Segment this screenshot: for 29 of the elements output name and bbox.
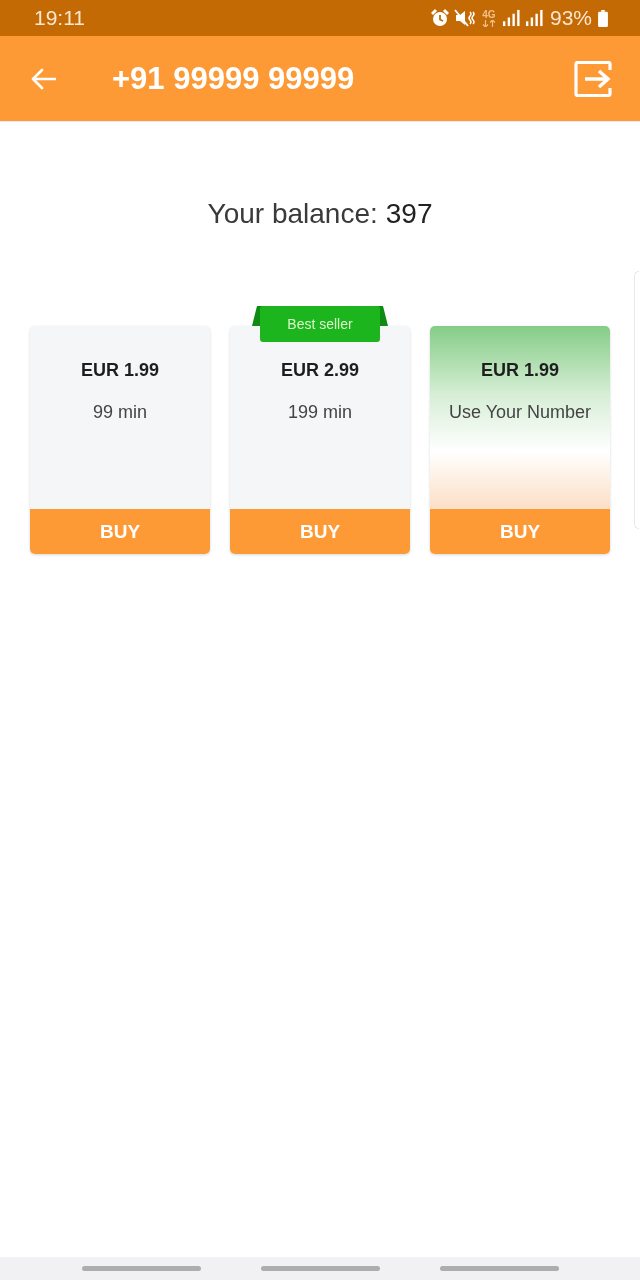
- plan-price: EUR 1.99: [480, 360, 559, 381]
- buy-button[interactable]: BUY: [430, 509, 610, 554]
- plan-description: 99 min: [93, 402, 147, 423]
- signal-icon: [524, 9, 544, 27]
- vibrate-mute-icon: [453, 8, 476, 28]
- gesture-handle-icon[interactable]: [260, 1266, 380, 1271]
- plan-description: Use Your Number: [448, 402, 592, 423]
- plan-price: EUR 1.99: [80, 360, 159, 381]
- battery-percent: 93%: [549, 6, 592, 30]
- signal-icon: [501, 9, 521, 27]
- balance-value: 397: [385, 198, 433, 230]
- battery-icon: [598, 9, 608, 27]
- phone-number-title: +91 99999 99999: [112, 60, 356, 97]
- buy-button[interactable]: BUY: [30, 509, 210, 554]
- alarm-icon: [429, 8, 450, 28]
- exit-icon: [574, 60, 612, 97]
- gesture-handle-icon[interactable]: [81, 1266, 201, 1271]
- back-arrow-icon: [30, 67, 56, 90]
- status-time: 19:11: [34, 6, 85, 30]
- data-arrows-icon: [481, 19, 496, 27]
- plan-price: EUR 2.99: [280, 360, 359, 381]
- buy-button[interactable]: BUY: [230, 509, 410, 554]
- plan-description: 199 min: [287, 402, 352, 423]
- balance-label: Your balance:: [207, 198, 378, 230]
- exit-button[interactable]: [574, 60, 612, 97]
- back-button[interactable]: [30, 67, 56, 90]
- gesture-handle-icon[interactable]: [439, 1266, 559, 1271]
- network-type: 4G: [482, 9, 496, 20]
- best-seller-ribbon: Best seller: [252, 306, 388, 342]
